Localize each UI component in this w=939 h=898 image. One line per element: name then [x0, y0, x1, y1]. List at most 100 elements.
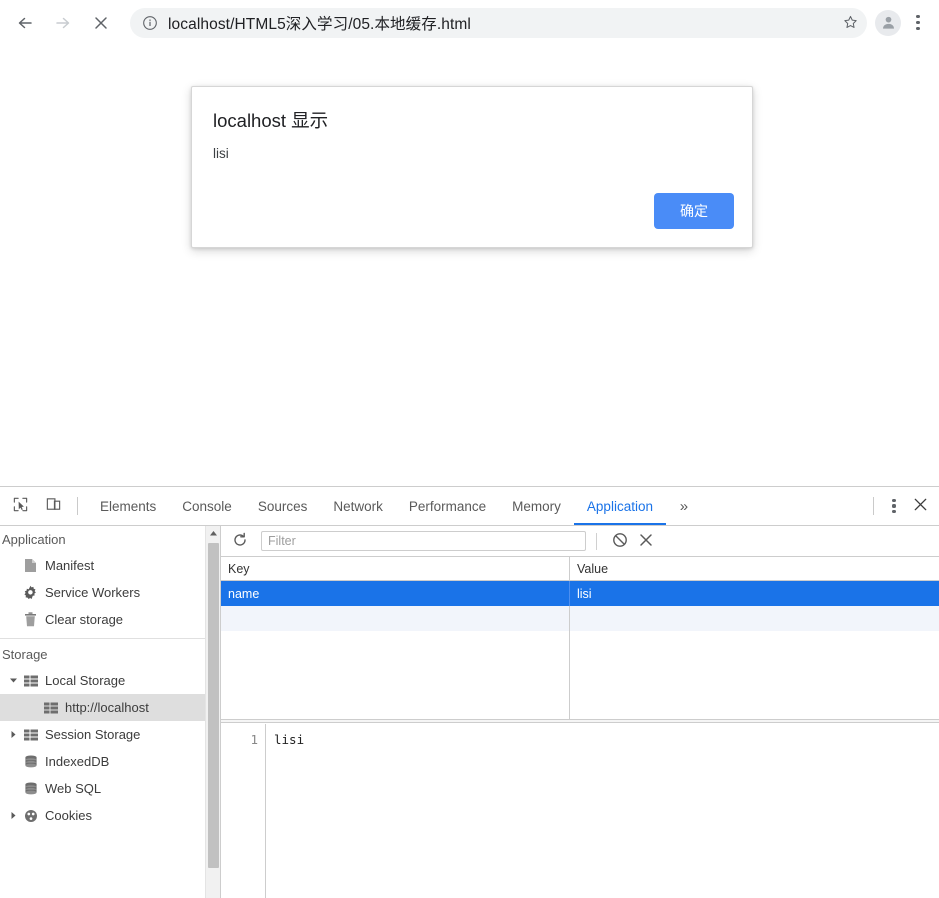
- inspect-element-button[interactable]: [5, 492, 35, 520]
- table-icon: [22, 729, 39, 741]
- inspect-element-icon: [12, 496, 29, 516]
- sidebar-divider: [0, 638, 220, 639]
- sidebar-item-label: Local Storage: [45, 673, 126, 688]
- cell-key[interactable]: name: [221, 581, 570, 606]
- sidebar-item-label: Clear storage: [45, 612, 124, 627]
- forward-button: [46, 6, 80, 40]
- chevron-down-icon[interactable]: [8, 676, 18, 686]
- info-circle-icon[interactable]: [142, 15, 158, 31]
- tab-application[interactable]: Application: [574, 487, 666, 525]
- tab-network[interactable]: Network: [320, 487, 396, 525]
- cell-value-empty[interactable]: [570, 606, 939, 631]
- dialog-message: lisi: [213, 146, 229, 161]
- sidebar-item-label: Manifest: [45, 558, 95, 573]
- close-x-icon: [92, 14, 110, 32]
- value-preview-pane: 1 lisi: [221, 724, 939, 898]
- cookie-icon: [22, 809, 39, 823]
- storage-toolbar: [221, 526, 939, 557]
- kebab-dot: [916, 26, 920, 30]
- star-icon[interactable]: [837, 10, 863, 36]
- storage-table: Key Value name lisi: [221, 557, 939, 631]
- sidebar-scrollbar[interactable]: [205, 526, 220, 898]
- column-header-key[interactable]: Key: [221, 557, 570, 580]
- sidebar-item-label: http://localhost: [65, 700, 149, 715]
- sidebar-item-label: Web SQL: [45, 781, 102, 796]
- table-filler-value-column: [570, 631, 939, 719]
- devtools-tabbar: Elements Console Sources Network Perform…: [0, 487, 939, 526]
- refresh-icon: [232, 532, 248, 551]
- tab-console[interactable]: Console: [169, 487, 245, 525]
- document-icon: [22, 558, 39, 573]
- sidebar-item-session-storage[interactable]: Session Storage: [0, 721, 220, 748]
- kebab-dot: [892, 498, 896, 502]
- forward-arrow-icon: [53, 13, 73, 33]
- sidebar-item-manifest[interactable]: Manifest: [0, 552, 220, 579]
- sidebar-section-storage: Storage: [2, 647, 48, 662]
- table-filler: [221, 631, 939, 719]
- back-arrow-icon: [15, 13, 35, 33]
- toolbar-divider: [77, 497, 78, 515]
- sidebar-item-label: Service Workers: [45, 585, 141, 600]
- chevron-right-icon[interactable]: [8, 730, 18, 740]
- refresh-button[interactable]: [227, 529, 253, 553]
- sidebar-item-cookies[interactable]: Cookies: [0, 802, 220, 829]
- clear-all-button[interactable]: [607, 529, 633, 553]
- table-icon: [42, 702, 59, 714]
- preview-content[interactable]: lisi: [266, 724, 939, 898]
- back-button[interactable]: [8, 6, 42, 40]
- close-icon: [912, 496, 929, 516]
- sidebar-item-label: IndexedDB: [45, 754, 110, 769]
- devtools-menu-button[interactable]: [883, 492, 905, 520]
- more-tabs-button[interactable]: »: [670, 492, 698, 520]
- sidebar-item-service-workers[interactable]: Service Workers: [0, 579, 220, 606]
- kebab-dot: [916, 15, 920, 19]
- tab-memory[interactable]: Memory: [499, 487, 574, 525]
- storage-main-panel: Key Value name lisi 1 lisi: [221, 526, 939, 898]
- tab-sources[interactable]: Sources: [245, 487, 321, 525]
- table-header-row: Key Value: [221, 557, 939, 581]
- javascript-alert-dialog: localhost 显示 lisi 确定: [191, 86, 753, 248]
- cell-value[interactable]: lisi: [570, 581, 939, 606]
- sidebar-item-clear-storage[interactable]: Clear storage: [0, 606, 220, 633]
- scrollbar-thumb[interactable]: [208, 543, 219, 868]
- device-toolbar-button[interactable]: [38, 492, 68, 520]
- table-icon: [22, 675, 39, 687]
- avatar[interactable]: [875, 9, 901, 36]
- stop-loading-button[interactable]: [84, 6, 118, 40]
- chrome-menu-button[interactable]: [907, 10, 929, 36]
- sidebar-item-localhost-origin[interactable]: http://localhost: [0, 694, 220, 721]
- sidebar-item-label: Cookies: [45, 808, 92, 823]
- sidebar-item-local-storage[interactable]: Local Storage: [0, 667, 220, 694]
- filter-input[interactable]: [261, 531, 586, 551]
- table-row-empty[interactable]: [221, 606, 939, 631]
- dialog-title: localhost 显示: [213, 110, 329, 131]
- sidebar-item-web-sql[interactable]: Web SQL: [0, 775, 220, 802]
- url-text[interactable]: localhost/HTML5深入学习/05.本地缓存.html: [168, 12, 837, 34]
- sidebar-item-label: Session Storage: [45, 727, 141, 742]
- database-icon: [22, 755, 39, 769]
- dialog-ok-button[interactable]: 确定: [654, 193, 734, 229]
- delete-selected-button[interactable]: [633, 529, 659, 553]
- cell-key-empty[interactable]: [221, 606, 570, 631]
- kebab-dot: [916, 20, 920, 25]
- chevron-right-icon[interactable]: [8, 811, 18, 821]
- database-icon: [22, 782, 39, 796]
- kebab-dot: [892, 504, 896, 508]
- sidebar-section-application: Application: [2, 532, 66, 547]
- preview-splitter[interactable]: [221, 719, 939, 723]
- table-row[interactable]: name lisi: [221, 581, 939, 606]
- kebab-dot: [892, 510, 896, 514]
- scroll-up-arrow-icon[interactable]: [206, 526, 220, 541]
- page-viewport: localhost 显示 lisi 确定: [0, 45, 939, 486]
- table-filler-key-column: [221, 631, 570, 719]
- gear-icon: [22, 585, 39, 600]
- tab-performance[interactable]: Performance: [396, 487, 499, 525]
- column-header-value[interactable]: Value: [570, 557, 939, 580]
- tab-elements[interactable]: Elements: [87, 487, 169, 525]
- line-number-gutter: 1: [221, 724, 266, 898]
- sidebar-item-indexeddb[interactable]: IndexedDB: [0, 748, 220, 775]
- device-toolbar-icon: [45, 496, 62, 516]
- toolbar-divider: [596, 532, 597, 550]
- devtools-close-button[interactable]: [905, 492, 935, 520]
- address-bar[interactable]: localhost/HTML5深入学习/05.本地缓存.html: [130, 7, 867, 38]
